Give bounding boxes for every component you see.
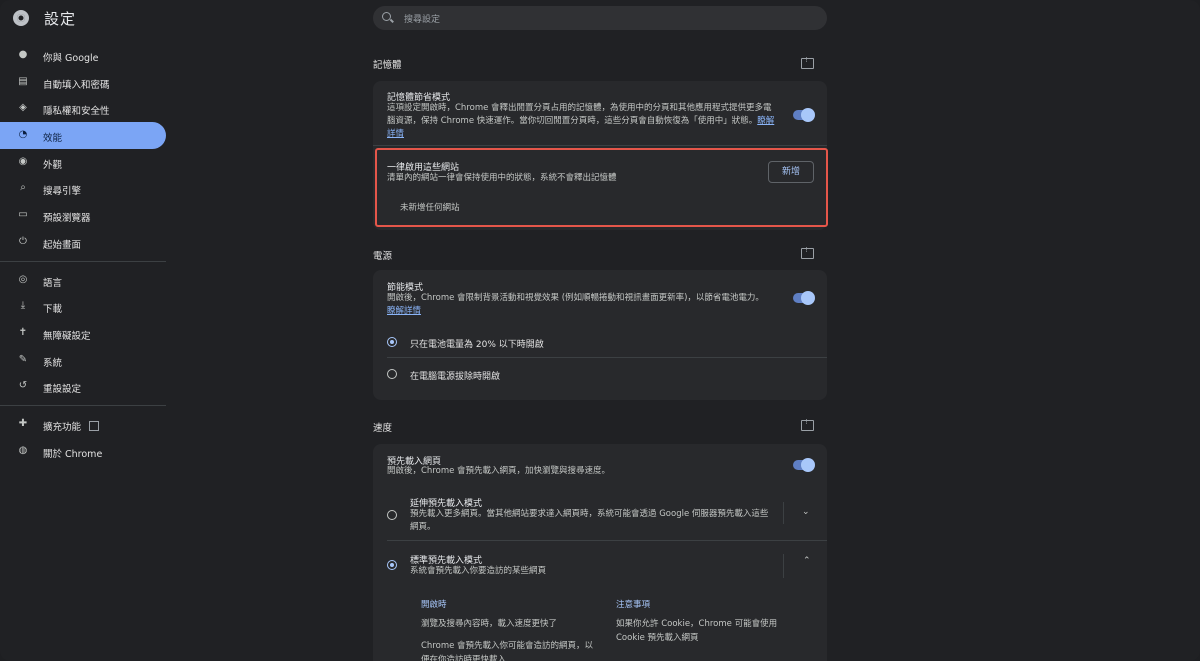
sidebar-item-label: 預設瀏覽器: [43, 213, 91, 225]
feedback-icon[interactable]: [801, 56, 814, 69]
toggle-knob: [801, 458, 815, 472]
sidebar-item-label: 下載: [43, 304, 63, 316]
sidebar-item-label: 自動填入和密碼: [43, 79, 110, 91]
settings-window: 設定 搜尋設定 ● 你與 Google ▤ 自動填入和密碼 ◈ 隱私權和安全性 …: [0, 0, 1200, 661]
battery-20-label: 只在電池電量為 20% 以下時開啟: [410, 340, 544, 350]
sidebar-item-label: 重設設定: [43, 384, 82, 396]
when-on-item-1: 瀏覽及搜尋內容時，載入速度更快了: [421, 619, 558, 629]
sidebar-item-label: 起始畫面: [43, 239, 82, 251]
energy-saver-toggle[interactable]: [793, 291, 815, 305]
search-placeholder: 搜尋設定: [404, 15, 441, 25]
search-icon: ⌕: [20, 182, 26, 194]
sidebar-item-you-and-google[interactable]: ● 你與 Google: [0, 42, 166, 69]
sidebar-item-label: 隱私權和安全性: [43, 106, 110, 118]
search-input[interactable]: 搜尋設定: [373, 6, 827, 30]
sidebar-item-languages[interactable]: ◎ 語言: [0, 267, 166, 294]
unplugged-label: 在電腦電源拔除時開啟: [410, 372, 501, 382]
divider: [387, 540, 827, 541]
sidebar-item-privacy[interactable]: ◈ 隱私權和安全性: [0, 95, 166, 122]
feedback-icon[interactable]: [801, 246, 814, 259]
power-section-title: 電源: [373, 251, 393, 262]
sidebar-item-label: 擴充功能: [43, 419, 100, 433]
unplugged-radio[interactable]: [387, 369, 397, 379]
sidebar-item-label: 無障礙設定: [43, 330, 91, 342]
extended-preload-radio[interactable]: [387, 510, 397, 520]
sidebar-item-reset[interactable]: ↺ 重設設定: [0, 373, 166, 400]
energy-saver-desc: 開啟後，Chrome 會限制背景活動和視覺效果 (例如順暢捲動和視訊畫面更新率)…: [387, 292, 782, 318]
sidebar-item-system[interactable]: ✎ 系統: [0, 347, 166, 374]
divider: [373, 145, 827, 146]
sidebar-item-on-startup[interactable]: ⏻ 起始畫面: [0, 229, 166, 256]
browser-icon: ▭: [18, 209, 28, 221]
sidebar: ● 你與 Google ▤ 自動填入和密碼 ◈ 隱私權和安全性 ◔ 效能 ◉ 外…: [0, 42, 166, 464]
memory-saver-toggle[interactable]: [793, 108, 815, 122]
page-title: 設定: [44, 10, 77, 28]
sidebar-item-label: 系統: [43, 357, 63, 369]
when-on-item-2: Chrome 會預先載入你可能會造訪的網頁，以便在你造訪時更快載入: [421, 641, 594, 661]
speed-card: 預先載入網頁 開啟後，Chrome 會預先載入網頁，加快瀏覽與搜尋速度。 延伸預…: [373, 444, 827, 661]
header: 設定 搜尋設定: [0, 0, 1200, 36]
energy-saver-desc-text: 開啟後，Chrome 會限制背景活動和視覺效果 (例如順暢捲動和視訊畫面更新率)…: [387, 293, 764, 303]
toggle-knob: [801, 291, 815, 305]
highlight-box: [375, 148, 828, 227]
sidebar-item-label: 外觀: [43, 159, 63, 171]
standard-preload-desc: 系統會預先載入你要造訪的某些網頁: [410, 566, 547, 576]
sidebar-item-label: 效能: [43, 133, 63, 145]
notes-item-1: 如果你允許 Cookie，Chrome 可能會使用 Cookie 預先載入網頁: [616, 619, 778, 643]
puzzle-icon: ✚: [18, 417, 28, 429]
sidebar-item-default-browser[interactable]: ▭ 預設瀏覽器: [0, 202, 166, 229]
sidebar-item-accessibility[interactable]: ✝ 無障礙設定: [0, 320, 166, 347]
sidebar-item-appearance[interactable]: ◉ 外觀: [0, 149, 166, 176]
globe-icon: ◎: [18, 273, 28, 285]
learn-more-link[interactable]: 瞭解詳情: [387, 306, 421, 316]
sidebar-item-label: 關於 Chrome: [43, 448, 103, 460]
memory-section-title: 記憶體: [373, 60, 402, 71]
sidebar-item-downloads[interactable]: ⤓ 下載: [0, 293, 166, 320]
wrench-icon: ✎: [18, 353, 28, 365]
shield-icon: ◈: [19, 102, 27, 114]
accessibility-icon: ✝: [18, 326, 28, 338]
sidebar-item-search-engine[interactable]: ⌕ 搜尋引擎: [0, 175, 166, 202]
sidebar-item-extensions[interactable]: ✚ 擴充功能: [0, 411, 166, 438]
chevron-down-icon[interactable]: ⌄: [802, 507, 810, 517]
sidebar-item-performance[interactable]: ◔ 效能: [0, 122, 166, 149]
sidebar-item-label: 語言: [43, 277, 63, 289]
power-card: 節能模式 開啟後，Chrome 會限制背景活動和視覺效果 (例如順暢捲動和視訊畫…: [373, 270, 827, 400]
sidebar-item-autofill[interactable]: ▤ 自動填入和密碼: [0, 69, 166, 96]
speed-section-title: 速度: [373, 423, 393, 434]
sidebar-divider: [0, 404, 166, 406]
power-icon: ⏻: [19, 235, 27, 247]
sidebar-item-label: 搜尋引擎: [43, 186, 82, 198]
clipboard-icon: ▤: [18, 75, 28, 87]
feedback-icon[interactable]: [801, 418, 814, 431]
divider: [783, 502, 784, 524]
sidebar-divider: [0, 260, 166, 262]
when-on-heading: 開啟時: [421, 600, 447, 610]
chrome-logo-icon: [13, 10, 29, 26]
memory-saver-desc: 這項設定開啟時，Chrome 會釋出閒置分頁占用的記憶體，為使用中的分頁和其他應…: [387, 102, 779, 141]
chrome-icon: ◍: [18, 444, 28, 456]
divider: [387, 357, 827, 358]
extended-preload-desc: 預先載入更多網頁。當其他網站要求達入網頁時，系統可能會透過 Google 伺服器…: [410, 509, 769, 532]
notes-heading: 注意事項: [616, 600, 651, 610]
memory-saver-desc-text: 這項設定開啟時，Chrome 會釋出閒置分頁占用的記憶體，為使用中的分頁和其他應…: [387, 103, 772, 126]
preload-toggle[interactable]: [793, 458, 815, 472]
open-external-icon: [89, 420, 100, 431]
extensions-label: 擴充功能: [43, 421, 82, 433]
chevron-up-icon[interactable]: ⌃: [803, 556, 811, 566]
search-icon: [382, 12, 391, 21]
sidebar-item-about-chrome[interactable]: ◍ 關於 Chrome: [0, 438, 166, 465]
palette-icon: ◉: [18, 155, 28, 167]
preload-desc: 開啟後，Chrome 會預先載入網頁，加快瀏覽與搜尋速度。: [387, 466, 611, 476]
battery-20-radio[interactable]: [387, 337, 397, 347]
person-icon: ●: [18, 49, 28, 60]
toggle-knob: [801, 108, 815, 122]
download-icon: ⤓: [20, 300, 26, 312]
restore-icon: ↺: [18, 380, 28, 392]
standard-preload-radio[interactable]: [387, 560, 397, 570]
sidebar-item-label: 你與 Google: [43, 53, 99, 64]
speedometer-icon: ◔: [18, 129, 28, 141]
divider: [783, 554, 784, 578]
